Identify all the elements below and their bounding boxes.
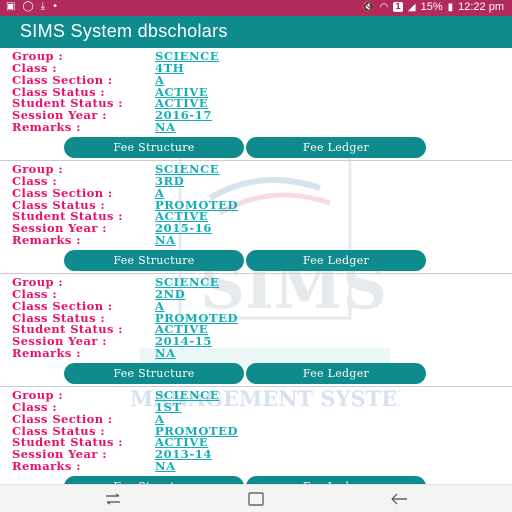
app-title: SIMS System dbscholars [20, 21, 228, 41]
fee-structure-button[interactable]: Fee Structure [64, 476, 244, 484]
fee-ledger-button[interactable]: Fee Ledger [246, 137, 426, 158]
recent-apps-icon[interactable] [103, 491, 123, 507]
status-time: 12:22 pm [458, 1, 504, 13]
class-record: Group : SCIENCE Class :3RD Class Section … [0, 160, 512, 272]
battery-icon: ▮ [447, 1, 454, 13]
download-icon: ⤓ [40, 1, 46, 12]
class-record: Group : SCIENCE Class :4TH Class Section … [0, 48, 512, 160]
class-record: Group : SCIENCE Class :2ND Class Section … [0, 273, 512, 385]
remarks-label: Remarks : [12, 346, 81, 360]
remarks-label: Remarks : [12, 120, 81, 134]
class-record: Group : SCIENCE Class :1ST Class Section … [0, 386, 512, 484]
remarks-label: Remarks : [12, 233, 81, 247]
status-bar: ▣ ◯ ⤓ • 🔇 ◠ 1 ◢ 15% ▮ 12:22 pm [0, 0, 512, 16]
fee-ledger-button[interactable]: Fee Ledger [246, 250, 426, 271]
fee-ledger-button[interactable]: Fee Ledger [246, 363, 426, 384]
battery-percentage: 15% [420, 1, 443, 13]
class-history-list[interactable]: SIMS MANAGEMENT SYSTEM Group : SCIENCE Cl… [0, 48, 512, 484]
remarks-value: NA [155, 233, 176, 247]
status-right-icons: 🔇 ◠ 1 ◢ 15% ▮ 12:22 pm [362, 1, 504, 13]
status-left-icons: ▣ ◯ ⤓ • [6, 1, 58, 12]
fee-structure-button[interactable]: Fee Structure [64, 363, 244, 384]
remarks-value: NA [155, 346, 176, 360]
home-icon[interactable] [246, 491, 266, 507]
remarks-value: NA [155, 120, 176, 134]
app-bar: SIMS System dbscholars [0, 16, 512, 48]
record-divider [0, 386, 512, 387]
remarks-label: Remarks : [12, 459, 81, 473]
back-icon[interactable] [389, 491, 409, 507]
whatsapp-icon: ◯ [22, 1, 34, 12]
mute-icon: 🔇 [362, 1, 375, 13]
navigation-bar [0, 484, 512, 512]
notification-badge: 1 [393, 2, 403, 12]
fee-ledger-button[interactable]: Fee Ledger [246, 476, 426, 484]
remarks-value: NA [155, 459, 176, 473]
fee-structure-button[interactable]: Fee Structure [64, 137, 244, 158]
record-divider [0, 160, 512, 161]
more-notifications-icon: • [52, 1, 58, 12]
signal-icon: ◢ [407, 1, 416, 13]
gallery-icon: ▣ [6, 1, 16, 12]
record-divider [0, 273, 512, 274]
wifi-icon: ◠ [379, 1, 389, 13]
fee-structure-button[interactable]: Fee Structure [64, 250, 244, 271]
